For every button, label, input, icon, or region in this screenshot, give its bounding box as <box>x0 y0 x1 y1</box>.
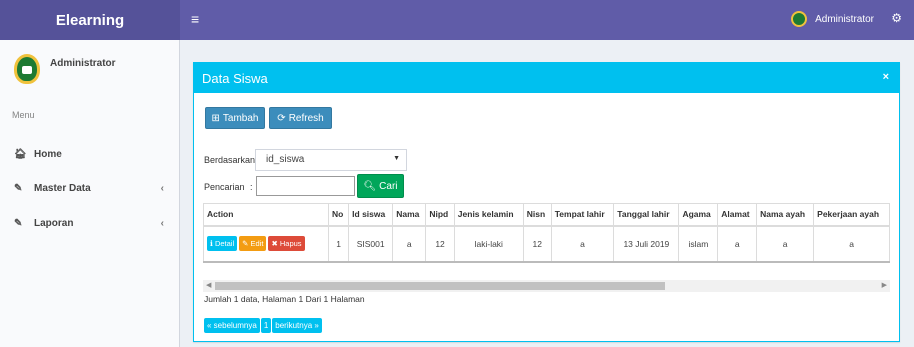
cell-agama: islam <box>678 225 719 263</box>
refresh-button-label: Refresh <box>288 112 324 124</box>
page-number-button[interactable]: 1 <box>260 318 272 333</box>
cell-nisn: 12 <box>522 225 552 263</box>
search-button-label: Cari <box>379 180 398 192</box>
box-title: Data Siswa <box>202 70 268 86</box>
horizontal-scrollbar[interactable]: ◀ ▶ <box>203 280 890 292</box>
search-input[interactable] <box>256 176 355 196</box>
add-button[interactable]: ⊞ Tambah <box>205 107 265 129</box>
edit-icon: ✎ <box>14 217 23 229</box>
scroll-left-icon[interactable]: ◀ <box>206 281 211 289</box>
edit-icon: ✎ <box>14 182 23 194</box>
sidebar-item-home[interactable]: 🏠︎ Home <box>0 142 180 166</box>
delete-label: Hapus <box>279 239 302 248</box>
delete-button[interactable]: ✖ Hapus <box>268 236 305 251</box>
column-header[interactable]: Nama <box>392 203 427 227</box>
action-cell: ℹ Detail ✎ Edit ✖ Hapus <box>203 225 329 263</box>
user-menu[interactable]: Administrator <box>791 11 874 27</box>
app-logo[interactable]: Elearning <box>0 0 180 40</box>
sidebar: Administrator Menu 🏠︎ Home ✎ Master Data… <box>0 40 180 347</box>
edit-icon: ✎ <box>242 239 249 248</box>
user-avatar-icon <box>14 54 40 84</box>
scrollbar-thumb[interactable] <box>215 282 665 290</box>
filter-by-value: id_siswa <box>266 154 305 165</box>
cell-tempat-lahir: a <box>550 225 615 263</box>
cell-tanggal-lahir: 13 Juli 2019 <box>613 225 680 263</box>
refresh-icon: ⟳ <box>277 112 286 124</box>
sidebar-user-panel: Administrator <box>14 54 116 84</box>
table-summary: Jumlah 1 data, Halaman 1 Dari 1 Halaman <box>204 294 365 304</box>
search-colon: : <box>250 182 253 192</box>
column-header[interactable]: Alamat <box>717 203 758 227</box>
column-header[interactable]: Tanggal lahir <box>613 203 680 227</box>
column-header[interactable]: No <box>327 203 350 227</box>
next-page-button[interactable]: berikutnya » <box>272 318 322 333</box>
column-header[interactable]: Nisn <box>522 203 552 227</box>
column-header[interactable]: Nama ayah <box>756 203 815 227</box>
detail-button[interactable]: ℹ Detail <box>207 236 238 251</box>
close-icon: ✖ <box>271 239 278 248</box>
refresh-button[interactable]: ⟳ Refresh <box>269 107 332 129</box>
user-name: Administrator <box>815 13 874 25</box>
plus-icon: ⊞ <box>211 112 220 124</box>
filter-by-label: Berdasarkan: <box>204 155 258 165</box>
top-navbar: Elearning ≡ Administrator ⚙ <box>0 0 914 40</box>
add-button-label: Tambah <box>222 112 259 124</box>
search-button[interactable]: 🔍︎ Cari <box>357 174 404 198</box>
cell-id-siswa: SIS001 <box>348 225 394 263</box>
table-header-row: Action No Id siswa Nama Nipd Jenis kelam… <box>203 203 890 227</box>
cell-no: 1 <box>327 225 350 263</box>
info-icon: ℹ <box>210 239 213 248</box>
students-table: Action No Id siswa Nama Nipd Jenis kelam… <box>203 203 890 263</box>
edit-label: Edit <box>250 239 264 248</box>
chevron-left-icon: ‹ <box>160 217 164 229</box>
column-header[interactable]: Agama <box>678 203 719 227</box>
previous-page-button[interactable]: « sebelumnya <box>204 318 260 333</box>
menu-section-label: Menu <box>12 110 35 120</box>
home-icon: 🏠︎ <box>14 148 27 160</box>
column-header[interactable]: Nipd <box>425 203 455 227</box>
sidebar-item-label: Laporan <box>34 217 74 229</box>
cell-alamat: a <box>717 225 758 263</box>
sidebar-item-label: Master Data <box>34 182 91 194</box>
edit-button[interactable]: ✎ Edit <box>239 236 267 251</box>
table-row: ℹ Detail ✎ Edit ✖ Hapus 1 SIS001 a 12 la… <box>203 225 890 263</box>
caret-down-icon: ▼ <box>393 155 400 162</box>
cell-nama-ayah: a <box>756 225 815 263</box>
cell-pekerjaan-ayah: a <box>813 225 890 263</box>
detail-label: Detail <box>214 239 235 248</box>
chevron-left-icon: ‹ <box>160 182 164 194</box>
sidebar-user-name: Administrator <box>50 58 116 69</box>
column-header[interactable]: Id siswa <box>348 203 394 227</box>
cell-nipd: 12 <box>425 225 455 263</box>
close-icon[interactable]: × <box>883 71 889 83</box>
column-header[interactable]: Pekerjaan ayah <box>813 203 890 227</box>
box-header: Data Siswa <box>194 63 899 93</box>
user-avatar-icon <box>791 11 808 27</box>
settings-gear-icon[interactable]: ⚙ <box>891 11 902 25</box>
cell-jenis-kelamin: laki-laki <box>453 225 524 263</box>
pagination: « sebelumnya 1 berikutnya » <box>204 318 322 333</box>
column-header[interactable]: Tempat lahir <box>550 203 615 227</box>
scroll-right-icon[interactable]: ▶ <box>882 281 887 289</box>
search-icon: 🔍︎ <box>363 180 377 192</box>
search-label: Pencarian <box>204 182 245 192</box>
sidebar-item-label: Home <box>34 148 62 160</box>
column-header[interactable]: Jenis kelamin <box>453 203 524 227</box>
filter-by-select[interactable]: id_siswa ▼ <box>255 149 407 171</box>
sidebar-item-laporan[interactable]: ✎ Laporan ‹ <box>0 211 180 235</box>
cell-nama: a <box>392 225 427 263</box>
sidebar-item-master-data[interactable]: ✎ Master Data ‹ <box>0 176 180 200</box>
column-header[interactable]: Action <box>203 203 329 227</box>
menu-toggle-icon[interactable]: ≡ <box>191 11 199 27</box>
